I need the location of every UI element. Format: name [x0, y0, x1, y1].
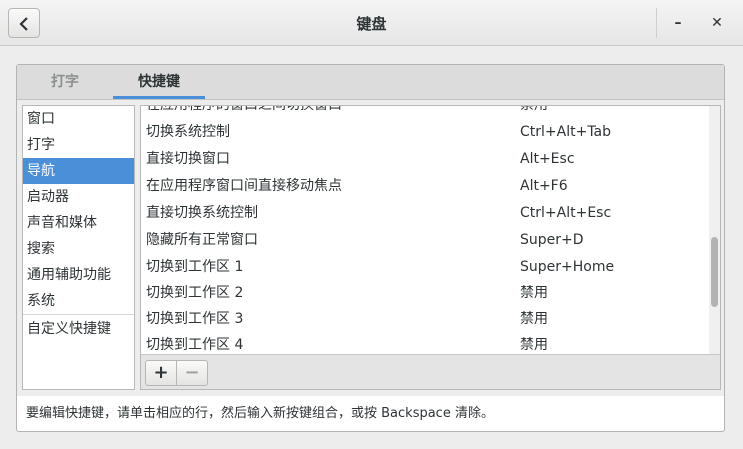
category-item-launchers[interactable]: 启动器 — [23, 184, 134, 210]
category-list: 窗口 打字 导航 启动器 声音和媒体 搜索 通用辅助功能 系统 自定义快捷键 — [22, 105, 135, 390]
keyboard-dialog: 打字 快捷键 窗口 打字 导航 启动器 声音和媒体 搜索 通用辅助功能 系统 自… — [16, 64, 725, 432]
hint-text: 要编辑快捷键，请单击相应的行，然后输入新按键组合，或按 Backspace 清除… — [26, 406, 494, 421]
tab-shortcuts[interactable]: 快捷键 — [113, 65, 205, 99]
shortcut-toolbar: + − — [141, 354, 720, 389]
shortcut-accel: Ctrl+Alt+Esc — [520, 205, 612, 221]
category-item-windows[interactable]: 窗口 — [23, 106, 134, 132]
scrollbar-thumb[interactable] — [711, 237, 718, 307]
category-item-custom[interactable]: 自定义快捷键 — [23, 316, 134, 342]
shortcut-accel: 禁用 — [520, 311, 548, 327]
category-item-typing[interactable]: 打字 — [23, 132, 134, 158]
shortcut-row[interactable]: 直接切换系统控制 Ctrl+Alt+Esc — [141, 200, 709, 227]
tab-bar: 打字 快捷键 — [17, 65, 724, 100]
shortcut-name: 切换到工作区 3 — [146, 311, 244, 327]
shortcut-accel: 禁用 — [520, 106, 548, 119]
shortcut-list: 在应用程序的窗口之间切换窗口 禁用 切换系统控制 Ctrl+Alt+Tab 直接… — [141, 106, 709, 354]
category-item-system[interactable]: 系统 — [23, 288, 134, 314]
shortcut-scrollbar[interactable] — [709, 106, 720, 354]
shortcut-row[interactable]: 直接切换窗口 Alt+Esc — [141, 146, 709, 173]
shortcut-row[interactable]: 在应用程序窗口间直接移动焦点 Alt+F6 — [141, 173, 709, 200]
titlebar-separator — [656, 8, 657, 38]
shortcut-accel: Super+Home — [520, 259, 615, 275]
category-item-search[interactable]: 搜索 — [23, 236, 134, 262]
shortcut-row[interactable]: 切换到工作区 2 禁用 — [141, 280, 709, 307]
shortcut-row[interactable]: 切换到工作区 1 Super+Home — [141, 254, 709, 281]
remove-shortcut-button[interactable]: − — [176, 360, 208, 386]
shortcut-name: 隐藏所有正常窗口 — [146, 232, 258, 248]
header-bar: 键盘 – ✕ — [0, 0, 743, 46]
shortcut-accel: 禁用 — [520, 285, 548, 301]
shortcut-name: 切换到工作区 1 — [146, 259, 244, 275]
shortcut-name: 直接切换窗口 — [146, 151, 230, 167]
shortcut-name: 切换系统控制 — [146, 124, 230, 140]
shortcut-row[interactable]: 切换到工作区 3 禁用 — [141, 306, 709, 333]
tab-typing[interactable]: 打字 — [31, 65, 99, 99]
add-shortcut-button[interactable]: + — [145, 360, 177, 386]
shortcut-name: 直接切换系统控制 — [146, 205, 258, 221]
shortcut-accel: Alt+F6 — [520, 178, 568, 194]
category-item-navigation[interactable]: 导航 — [23, 158, 134, 184]
category-item-sound-media[interactable]: 声音和媒体 — [23, 210, 134, 236]
shortcut-accel: Super+D — [520, 232, 584, 248]
shortcut-accel: 禁用 — [520, 337, 548, 353]
shortcut-row[interactable]: 隐藏所有正常窗口 Super+D — [141, 227, 709, 254]
shortcut-name: 在应用程序窗口间直接移动焦点 — [146, 178, 342, 194]
close-button[interactable]: ✕ — [706, 12, 728, 34]
shortcut-name: 在应用程序的窗口之间切换窗口 — [146, 106, 342, 119]
shortcut-name: 切换到工作区 2 — [146, 285, 244, 301]
minimize-button[interactable]: – — [667, 12, 689, 34]
shortcut-row[interactable]: 在应用程序的窗口之间切换窗口 禁用 — [141, 106, 709, 119]
shortcut-name: 切换到工作区 4 — [146, 337, 244, 353]
category-divider — [23, 314, 134, 315]
shortcut-frame: 在应用程序的窗口之间切换窗口 禁用 切换系统控制 Ctrl+Alt+Tab 直接… — [140, 105, 721, 390]
shortcut-accel: Alt+Esc — [520, 151, 575, 167]
shortcut-row[interactable]: 切换系统控制 Ctrl+Alt+Tab — [141, 119, 709, 146]
shortcut-row[interactable]: 切换到工作区 4 禁用 — [141, 332, 709, 354]
shortcut-accel: Ctrl+Alt+Tab — [520, 124, 612, 140]
shortcuts-panel: 窗口 打字 导航 启动器 声音和媒体 搜索 通用辅助功能 系统 自定义快捷键 在… — [17, 100, 724, 396]
window-title: 键盘 — [356, 15, 387, 33]
category-item-accessibility[interactable]: 通用辅助功能 — [23, 262, 134, 288]
